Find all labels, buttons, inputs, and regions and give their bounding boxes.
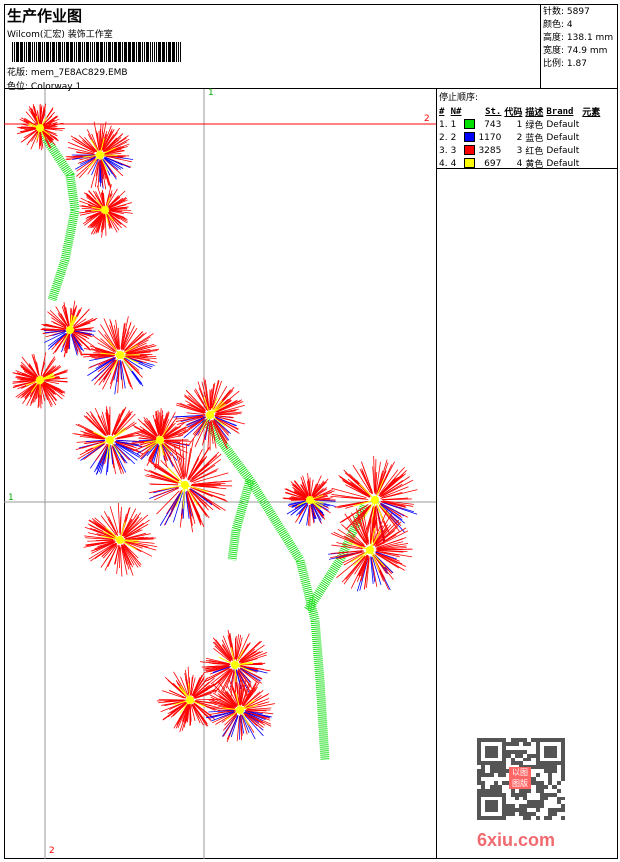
flower <box>66 122 133 190</box>
stop-sequence-panel: 停止顺序: # N# St. 代码 描述 Brand 元素 1.17431绿色D… <box>437 89 618 169</box>
color-swatch <box>464 119 475 129</box>
flower <box>84 503 158 577</box>
color-swatch <box>464 158 475 168</box>
stat-width: 宽度: 74.9 mm <box>543 45 618 58</box>
embroidery-preview <box>4 89 436 859</box>
flower <box>144 438 232 532</box>
design-name: 花版: mem_7E8AC829.EMB <box>7 65 128 78</box>
header: 生产作业图 Wilcom(汇宏) 装饰工作室 花版: mem_7E8AC829.… <box>4 4 541 89</box>
color-row: 1.17431绿色Default <box>439 118 603 131</box>
stat-stitches: 针数: 5897 <box>543 6 618 19</box>
flower <box>206 679 275 742</box>
stamp-logo: 以图图版 <box>509 767 531 789</box>
col-element: 元素 <box>582 105 603 118</box>
color-table: # N# St. 代码 描述 Brand 元素 1.17431绿色Default… <box>439 105 603 170</box>
company-name: Wilcom(汇宏) 装饰工作室 <box>7 27 113 40</box>
marker-h1: 1 <box>8 493 14 503</box>
col-index: # <box>439 105 451 118</box>
col-desc: 描述 <box>525 105 546 118</box>
stop-sequence-title: 停止顺序: <box>439 90 618 103</box>
watermark: 以图图版 6xiu.com <box>477 738 565 820</box>
design-stats: 针数: 5897 颜色: 4 高度: 138.1 mm 宽度: 74.9 mm … <box>541 4 618 89</box>
flower <box>12 353 67 409</box>
color-swatch <box>464 132 475 142</box>
site-watermark: 6xiu.com <box>477 830 577 851</box>
flower <box>17 104 65 150</box>
design-label: 花版: <box>7 68 28 78</box>
page-title: 生产作业图 <box>7 5 82 26</box>
marker-v2: 2 <box>49 846 55 856</box>
col-number: N# <box>451 105 465 118</box>
col-brand: Brand <box>546 105 582 118</box>
barcode <box>12 42 181 62</box>
color-swatch <box>464 145 475 155</box>
design-value: mem_7E8AC829.EMB <box>31 68 128 78</box>
color-row: 4.46974黄色Default <box>439 157 603 170</box>
stat-colors: 颜色: 4 <box>543 19 618 32</box>
flower <box>73 406 146 475</box>
flower <box>41 301 98 358</box>
stat-height: 高度: 138.1 mm <box>543 32 618 45</box>
marker-v1: 1 <box>208 88 214 98</box>
flower <box>283 473 336 526</box>
color-row: 3.332853红色Default <box>439 144 603 157</box>
col-code: 代码 <box>504 105 525 118</box>
stem <box>232 480 250 560</box>
color-row: 2.211702蓝色Default <box>439 131 603 144</box>
marker-h2: 2 <box>424 114 430 124</box>
design-canvas: 1 2 1 2 <box>4 89 437 859</box>
stat-scale: 比例: 1.87 <box>543 58 618 71</box>
flower <box>79 184 133 237</box>
col-stitches: St. <box>478 105 504 118</box>
